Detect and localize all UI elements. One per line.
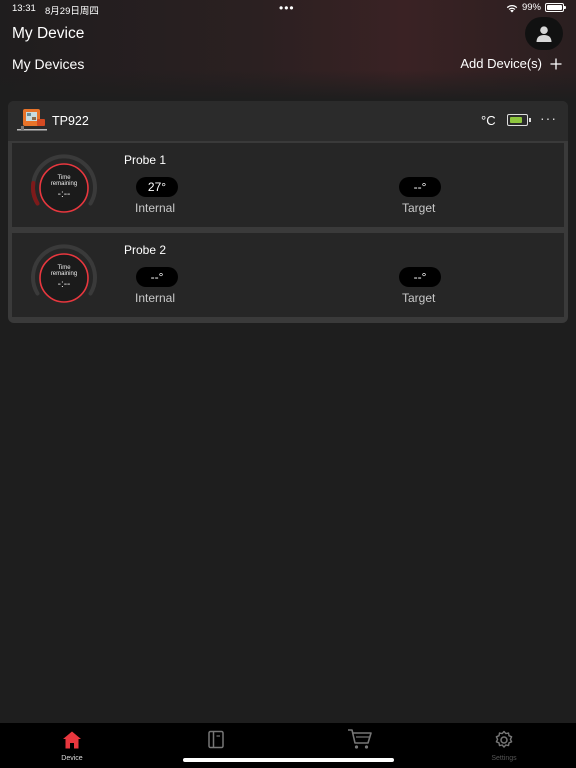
thermometer-device-icon xyxy=(17,109,47,131)
status-right: 99% xyxy=(506,2,566,13)
device-header: TP922 °C ··· xyxy=(8,101,568,141)
tab-settings[interactable]: Settings xyxy=(454,723,554,768)
profile-button[interactable] xyxy=(525,17,563,50)
tab-label: Device xyxy=(61,755,83,762)
probe-row[interactable]: Time remaining -:-- Probe 1 27° Internal… xyxy=(12,143,564,227)
gauge-value: -:-- xyxy=(58,279,71,290)
probe-name: Probe 1 xyxy=(124,153,167,167)
multitask-dots[interactable]: ••• xyxy=(279,1,295,15)
user-icon xyxy=(536,25,552,42)
status-battery-icon xyxy=(545,3,566,12)
tab-device[interactable]: Device xyxy=(22,723,122,768)
gauge-line2: remaining xyxy=(51,181,77,187)
section-title: My Devices xyxy=(12,56,85,72)
home-icon xyxy=(63,731,81,749)
internal-temp-value: 27° xyxy=(136,177,178,197)
battery-icon xyxy=(507,114,531,126)
target-temp-label: Target xyxy=(402,291,436,305)
target-temp-label: Target xyxy=(402,201,436,215)
internal-temp-label: Internal xyxy=(135,291,176,305)
cart-icon xyxy=(348,729,372,749)
screen: 13:31 8月29日周四 ••• 99% My Device My Devic… xyxy=(0,0,576,768)
page-title: My Device xyxy=(12,25,85,42)
status-time: 13:31 xyxy=(12,3,36,14)
internal-temp-label: Internal xyxy=(135,201,176,215)
book-icon xyxy=(208,730,224,749)
time-remaining-gauge: Time remaining -:-- xyxy=(31,244,97,303)
internal-temp-value: --° xyxy=(136,267,178,287)
probe-name: Probe 2 xyxy=(124,243,167,257)
add-device-button[interactable]: Add Device(s) xyxy=(460,56,562,71)
tab-label: Settings xyxy=(491,755,517,762)
gear-icon xyxy=(495,730,513,748)
time-remaining-gauge: Time remaining -:-- xyxy=(30,154,97,213)
gauge-value: -:-- xyxy=(58,189,71,200)
target-temp-value[interactable]: --° xyxy=(399,267,441,287)
gauge-line2: remaining xyxy=(51,271,77,277)
device-name: TP922 xyxy=(52,114,89,128)
home-indicator[interactable] xyxy=(183,758,394,762)
status-bar: 13:31 8月29日周四 ••• 99% xyxy=(0,0,576,17)
add-device-label: Add Device(s) xyxy=(460,56,542,71)
wifi-icon xyxy=(506,4,518,12)
probe-row[interactable]: Time remaining -:-- Probe 2 --° Internal… xyxy=(12,233,564,317)
target-temp-value[interactable]: --° xyxy=(399,177,441,197)
device-card[interactable]: TP922 °C ··· Time remaining -:-- Probe 1… xyxy=(8,101,568,323)
battery-percent: 99% xyxy=(521,2,541,13)
status-date: 8月29日周四 xyxy=(45,6,99,17)
plus-icon xyxy=(550,58,562,69)
temperature-unit-toggle[interactable]: °C xyxy=(481,113,496,128)
more-options-icon[interactable]: ··· xyxy=(540,110,557,126)
